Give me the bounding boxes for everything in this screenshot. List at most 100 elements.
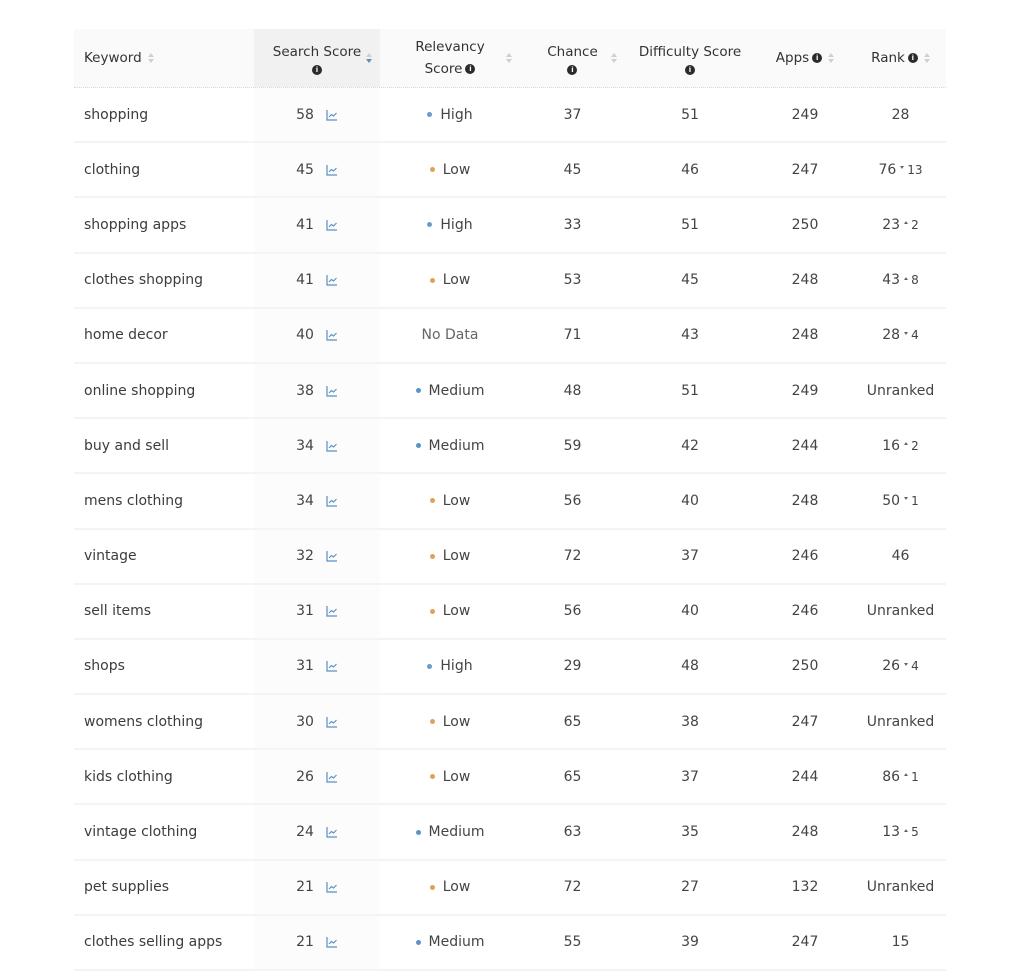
keyword-cell: shopping apps: [74, 198, 254, 251]
trend-chart-icon[interactable]: [326, 550, 338, 562]
table-row[interactable]: home decor 40 No Data 71 43 248 28 4: [74, 308, 946, 364]
search-score-value: 30: [296, 713, 314, 730]
info-icon[interactable]: i: [907, 53, 918, 63]
chance-cell: 71: [520, 309, 625, 362]
rank-down-arrow-icon: [904, 662, 909, 666]
trend-chart-icon[interactable]: [326, 440, 338, 452]
table-row[interactable]: mens clothing 34 Low 56 40 248 50 1: [74, 474, 946, 530]
keyword-cell: clothing: [74, 143, 254, 196]
table-row[interactable]: shops 31 High 29 48 250 26 4: [74, 639, 946, 696]
table-row[interactable]: buy and sell 34 Medium 59 42 244 16 2: [74, 419, 946, 475]
chance-value: 71: [563, 327, 582, 344]
info-icon[interactable]: i: [567, 65, 578, 75]
rank-up-arrow-icon: [904, 773, 909, 777]
table-row[interactable]: shopping 58 High 37 51 249 28: [74, 88, 946, 144]
chance-value: 72: [563, 879, 582, 896]
trend-chart-icon[interactable]: [326, 660, 338, 673]
info-icon[interactable]: i: [685, 65, 695, 75]
trend-chart-icon[interactable]: [326, 936, 338, 949]
column-header-relevancy-score[interactable]: Relevancy Score i: [380, 29, 520, 87]
apps-value: 249: [791, 106, 819, 123]
info-icon[interactable]: i: [311, 65, 322, 75]
trend-chart-icon[interactable]: [326, 826, 338, 838]
relevancy-value: Low: [442, 768, 471, 785]
relevancy-header-label-2: Score: [424, 61, 463, 77]
info-icon[interactable]: i: [812, 53, 823, 63]
trend-chart-icon[interactable]: [326, 329, 338, 341]
trend-chart-icon[interactable]: [326, 219, 338, 231]
apps-value: 249: [791, 382, 819, 399]
sort-icon[interactable]: [366, 52, 372, 64]
sort-icon[interactable]: [828, 52, 835, 64]
trend-chart-icon[interactable]: [326, 164, 338, 176]
trend-chart-icon[interactable]: [326, 881, 338, 893]
keyword-cell: vintage clothing: [74, 805, 254, 858]
table-row[interactable]: online shopping 38 Medium 48 51 249 Unra…: [74, 363, 946, 420]
table-row[interactable]: shopping apps 41 High 33 51 250 23 2: [74, 198, 946, 254]
table-row[interactable]: pet supplies 21 Low 72 27 132 Unranked: [74, 860, 946, 916]
trend-chart-icon[interactable]: [326, 385, 338, 397]
sort-icon[interactable]: [147, 52, 154, 64]
column-header-apps[interactable]: Apps i: [755, 29, 855, 87]
difficulty-cell: 40: [625, 585, 755, 638]
column-header-chance[interactable]: Chance i: [520, 29, 625, 87]
apps-cell: 250: [755, 640, 855, 693]
sort-icon[interactable]: [506, 52, 512, 64]
trend-chart-icon[interactable]: [326, 716, 338, 728]
search-score-value: 41: [296, 216, 314, 233]
sort-icon[interactable]: [611, 52, 617, 64]
table-row[interactable]: clothes selling apps 21 Medium 55 39 247…: [74, 915, 946, 971]
table-row[interactable]: womens clothing 30 Low 65 38 247 Unranke…: [74, 695, 946, 751]
rank-cell: 23 2: [855, 198, 946, 251]
difficulty-cell: 42: [625, 419, 755, 472]
difficulty-cell: 39: [625, 916, 755, 969]
keyword-text: vintage: [84, 548, 137, 565]
chance-value: 29: [563, 658, 582, 675]
rank-up-arrow-icon: [904, 442, 909, 446]
table-row[interactable]: vintage 32 Low 72 37 246 46: [74, 529, 946, 585]
trend-chart-icon[interactable]: [326, 771, 338, 783]
rank-value: 86: [882, 768, 901, 785]
table-row[interactable]: vintage clothing 24 Medium 63 35 248 13 5: [74, 805, 946, 861]
relevancy-cell: Low: [380, 750, 520, 803]
apps-value: 248: [791, 492, 819, 509]
info-icon[interactable]: i: [465, 64, 476, 74]
relevancy-dot-icon: [415, 829, 421, 835]
sort-icon[interactable]: [923, 52, 930, 64]
keyword-text: shopping: [84, 106, 149, 123]
trend-chart-icon[interactable]: [326, 495, 338, 507]
trend-chart-icon[interactable]: [326, 274, 338, 286]
relevancy-dot-icon: [415, 388, 421, 394]
relevancy-value: Low: [442, 161, 471, 178]
column-header-rank[interactable]: Rank i: [855, 29, 946, 87]
search-score-value: 21: [296, 879, 314, 896]
rank-cell: Unranked: [855, 695, 946, 748]
difficulty-cell: 27: [625, 861, 755, 914]
table-row[interactable]: clothes shopping 41 Low 53 45 248 43 8: [74, 253, 946, 309]
keyword-cell: clothes shopping: [74, 254, 254, 307]
search-score-value: 31: [296, 658, 314, 675]
search-score-cell: 30: [254, 695, 380, 749]
chance-value: 65: [563, 713, 582, 730]
rank-cell: Unranked: [855, 364, 946, 417]
rank-value: Unranked: [866, 382, 935, 399]
table-row[interactable]: clothing 45 Low 45 46 247 76 13: [74, 143, 946, 199]
rank-change-value: 13: [907, 162, 923, 177]
rank-down-arrow-icon: [904, 331, 909, 335]
trend-chart-icon[interactable]: [326, 605, 338, 617]
apps-value: 244: [791, 437, 819, 454]
difficulty-cell: 51: [625, 88, 755, 141]
column-header-search-score[interactable]: Search Score i: [254, 29, 380, 87]
search-score-cell: 45: [254, 143, 380, 197]
table-row[interactable]: kids clothing 26 Low 65 37 244 86 1: [74, 750, 946, 806]
column-header-keyword[interactable]: Keyword: [74, 29, 254, 87]
table-row[interactable]: sell items 31 Low 56 40 246 Unranked: [74, 584, 946, 640]
difficulty-cell: 43: [625, 309, 755, 362]
column-header-difficulty-score[interactable]: Difficulty Score i: [625, 29, 755, 87]
trend-chart-icon[interactable]: [326, 109, 338, 121]
rank-value: 16: [882, 437, 901, 454]
difficulty-value: 43: [681, 327, 699, 344]
difficulty-cell: 45: [625, 254, 755, 307]
rank-value: 46: [891, 548, 910, 565]
relevancy-dot-icon: [415, 443, 421, 449]
